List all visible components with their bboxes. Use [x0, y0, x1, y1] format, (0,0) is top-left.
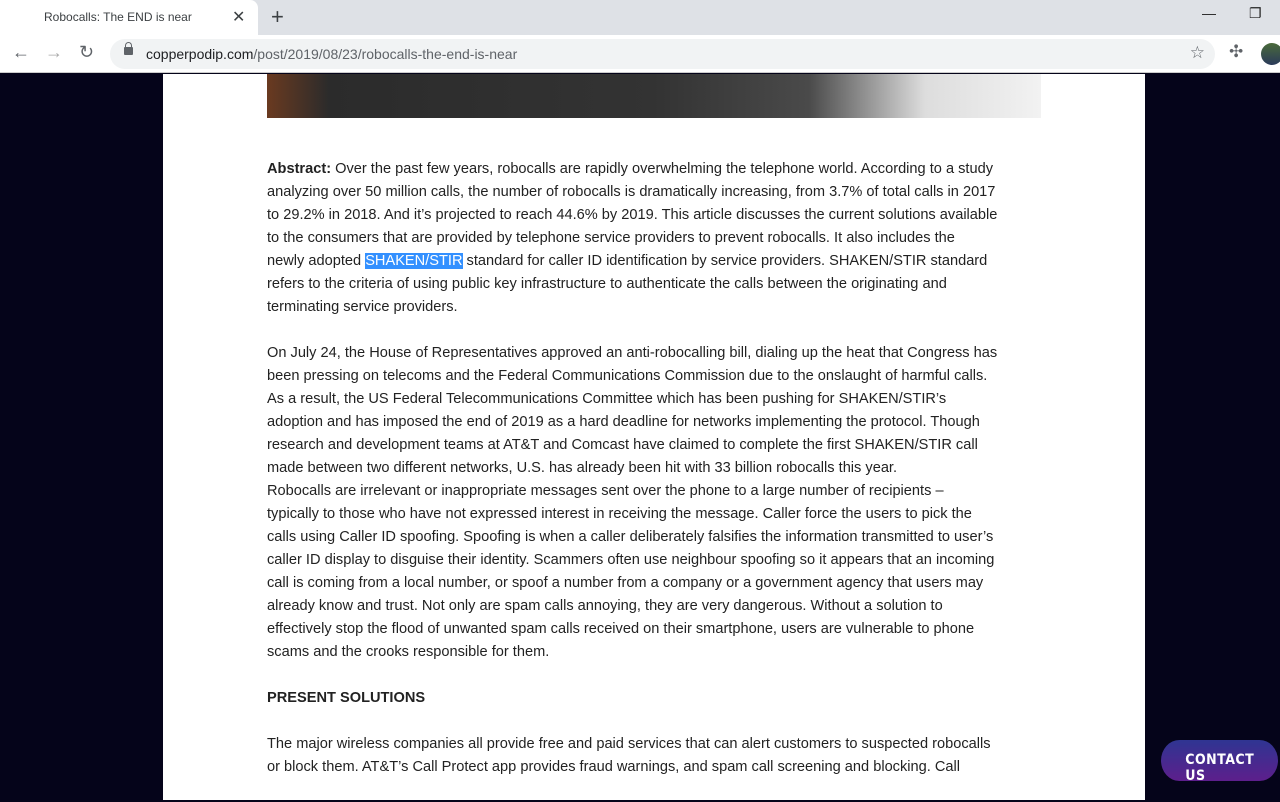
bookmark-star-icon[interactable]: ☆ — [1190, 43, 1205, 63]
text-line: to 29.2% in 2018. And it’s projected to … — [267, 207, 998, 223]
text-line: effectively stop the flood of unwanted s… — [267, 621, 975, 637]
body-paragraph: The major wireless companies all provide… — [267, 733, 1057, 779]
profile-avatar[interactable] — [1261, 43, 1280, 65]
tab-strip: Robocalls: The END is near ✕ + — ❐ — [0, 0, 1280, 35]
hero-image — [267, 74, 1041, 118]
text-line: already know and trust. Not only are spa… — [267, 598, 943, 614]
text-line: Over the past few years, robocalls are r… — [331, 161, 993, 177]
section-heading: PRESENT SOLUTIONS — [267, 690, 426, 706]
text-line: The major wireless companies all provide… — [267, 736, 991, 752]
selected-text[interactable]: SHAKEN/STIR — [365, 253, 463, 269]
text-line: calls using Caller ID spoofing. Spoofing… — [267, 529, 994, 545]
text-line: refers to the criteria of using public k… — [267, 276, 947, 292]
minimize-icon[interactable]: — — [1202, 5, 1216, 21]
text-line: made between two different networks, U.S… — [267, 460, 898, 476]
text-span: standard for caller ID identification by… — [462, 253, 988, 269]
text-line: research and development teams at AT&T a… — [267, 437, 978, 453]
text-line: On July 24, the House of Representatives… — [267, 345, 998, 361]
text-line: typically to those who have not expresse… — [267, 506, 972, 522]
address-bar[interactable]: copperpodip.com/post/2019/08/23/robocall… — [110, 39, 1215, 69]
text-line: adoption and has imposed the end of 2019… — [267, 414, 980, 430]
text-line: to the consumers that are provided by te… — [267, 230, 955, 246]
url-path: /post/2019/08/23/robocalls-the-end-is-ne… — [253, 46, 518, 62]
text-line: terminating service providers. — [267, 299, 458, 315]
restore-icon[interactable]: ❐ — [1249, 5, 1262, 22]
text-line: been pressing on telecoms and the Federa… — [267, 368, 988, 384]
text-line: call is coming from a local number, or s… — [267, 575, 984, 591]
text-line: analyzing over 50 million calls, the num… — [267, 184, 996, 200]
url-domain: copperpodip.com — [146, 46, 254, 62]
abstract-paragraph: Abstract: Over the past few years, roboc… — [267, 158, 1057, 319]
extensions-puzzle-icon[interactable]: ✣ — [1229, 42, 1243, 62]
article-page: Abstract: Over the past few years, roboc… — [163, 74, 1145, 800]
back-icon[interactable]: ← — [12, 42, 30, 63]
text-span: newly adopted — [267, 253, 366, 269]
text-line: scams and the crooks responsible for the… — [267, 644, 550, 660]
new-tab-icon[interactable]: + — [271, 4, 284, 30]
forward-icon[interactable]: → — [45, 42, 63, 63]
article-body: Abstract: Over the past few years, roboc… — [267, 158, 1057, 802]
text-line: Robocalls are irrelevant or inappropriat… — [267, 483, 944, 499]
reload-icon[interactable]: ↻ — [79, 42, 94, 63]
tab-active[interactable]: Robocalls: The END is near ✕ — [0, 0, 258, 35]
toolbar: ← → ↻ copperpodip.com/post/2019/08/23/ro… — [0, 35, 1280, 73]
text-line: caller ID display to disguise their iden… — [267, 552, 995, 568]
text-line: or block them. AT&T’s Call Protect app p… — [267, 759, 961, 775]
body-paragraph: On July 24, the House of Representatives… — [267, 342, 1057, 664]
abstract-label: Abstract: — [267, 161, 332, 177]
text-line: As a result, the US Federal Telecommunic… — [267, 391, 947, 407]
lock-icon[interactable] — [124, 42, 133, 55]
close-tab-icon[interactable]: ✕ — [232, 7, 245, 27]
contact-us-button[interactable]: CONTACT US — [1161, 740, 1278, 784]
tab-title: Robocalls: The END is near — [44, 10, 192, 24]
